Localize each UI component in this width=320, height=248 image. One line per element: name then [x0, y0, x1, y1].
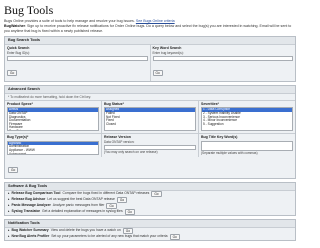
type-cell: Bug Type(s)* Agnostic Administration Appli… [5, 134, 102, 157]
keyword-input[interactable] [152, 55, 293, 61]
severity-label: Severities* [201, 101, 219, 106]
title-keyword-label: Bug Title Key Word(s) [201, 135, 238, 140]
bugwatcher-label: BugWatcher [4, 23, 26, 28]
advanced-search-panel: Advanced Search * To multiselect do more… [4, 84, 296, 179]
tool-name: Syslog Translator [11, 209, 40, 214]
tool-row: ▸ New Bug Alerts Profiler Set up your para… [5, 233, 295, 240]
severity-listbox[interactable]: 1 - Data Corruption 2 - System Inability … [201, 107, 293, 132]
notification-tools-list: ▸ Bug Watcher Summary View and delete the … [5, 227, 295, 240]
quick-search-go-button[interactable]: Go [7, 69, 18, 76]
listbox-option[interactable]: Closed [105, 122, 195, 127]
tool-go-button[interactable]: Go [124, 208, 135, 215]
tool-row: ▸ Syslog Translator Get a detailed explana… [5, 208, 295, 215]
listbox-option[interactable]: SnapDrive [8, 129, 98, 130]
tool-description: Get a detailed explanation of messages i… [41, 209, 123, 214]
type-listbox[interactable]: Agnostic Administration Appliance - WWW Aut… [7, 140, 99, 155]
release-hint: (You may only search on one release) [104, 149, 158, 154]
tool-go-button[interactable]: Go [116, 196, 128, 203]
quick-search-sub: Enter Bug ID(s): [7, 50, 30, 55]
tool-name: Bug Watcher Summary [11, 228, 49, 233]
listbox-option[interactable]: 5 - Suggestion [202, 122, 292, 127]
tool-go-button[interactable]: Go [151, 190, 162, 197]
tool-description: Let us suggest the best Data ONTAP relea… [47, 197, 115, 202]
status-label: Bug Status* [104, 101, 124, 106]
bullet-icon: ▸ [8, 234, 10, 239]
tool-go-button[interactable]: Go [106, 202, 117, 209]
notification-tools-title: Notification Tools [5, 219, 295, 228]
intro-line2: : Sign up to receive proactive fix relea… [4, 23, 292, 33]
bullet-icon: ▸ [8, 203, 10, 208]
quick-search-cell: Quick Search Enter Bug ID(s): Go [5, 45, 151, 81]
title-keyword-cell: Bug Title Key Word(s) (Separate multiple… [199, 134, 295, 157]
bug-search-panel: Bug Search Tools Quick Search Enter Bug … [4, 36, 296, 82]
keyword-search-go-button[interactable]: Go [152, 69, 163, 76]
bug-search-title: Bug Search Tools [5, 37, 295, 46]
notification-tools-panel: Notification Tools ▸ Bug Watcher Summary V… [4, 218, 296, 241]
tool-go-button[interactable]: Go [169, 233, 180, 240]
title-keyword-hint: (Separate multiple values with commas) [201, 150, 258, 155]
product-listbox[interactable]: Airbus Data ONTAP Diagnostics Documentation… [7, 107, 99, 132]
release-sub: Data ONTAP version: [104, 139, 135, 144]
tool-description: View and delete the bugs you have a watc… [50, 228, 121, 233]
tool-name: Panic Message Analyzer [11, 203, 51, 208]
bullet-icon: ▸ [8, 191, 10, 196]
status-cell: Bug Status* Assigned Failed Not Fixed Fixed… [102, 100, 199, 134]
bullet-icon: ▸ [8, 197, 10, 202]
status-listbox[interactable]: Assigned Failed Not Fixed Fixed Closed [104, 107, 196, 132]
title-keyword-input[interactable] [201, 140, 293, 151]
tool-description: Compare the bugs fixed in different Data… [62, 191, 150, 196]
bug-id-input[interactable] [7, 55, 148, 61]
tool-name: New Bug Alerts Profiler [11, 234, 50, 239]
bullet-icon: ▸ [8, 228, 10, 233]
page: Bug Tools Bugs Online provides a suite o… [0, 0, 300, 248]
software-tools-list: ▸ Release Bug Comparison Tool Compare the … [5, 190, 295, 215]
advanced-search-title: Advanced Search [5, 85, 295, 94]
criteria-link[interactable]: See Bugs Online criteria [136, 19, 175, 23]
page-title: Bug Tools [4, 3, 54, 17]
product-label: Product Specs* [7, 101, 33, 106]
bullet-icon: ▸ [8, 209, 10, 214]
intro-text: Bugs Online provides a suite of tools to… [4, 19, 296, 33]
intro-line1: Bugs Online provides a suite of tools to… [4, 19, 135, 23]
release-cell: Release Version Data ONTAP version: (You… [102, 134, 199, 157]
product-cell: Product Specs* Airbus Data ONTAP Diagnosti… [5, 100, 102, 134]
software-tools-panel: Software & Bug Tools ▸ Release Bug Compar… [4, 181, 296, 216]
tool-name: Release Bug Comparison Tool [11, 191, 61, 196]
type-label: Bug Type(s)* [7, 135, 29, 140]
tool-go-button[interactable]: Go [122, 227, 134, 234]
tool-name: Release Bug Advisor [11, 197, 46, 202]
tool-description: Analyze panic messages from filer [52, 203, 105, 208]
tool-description: Set up your parameters to be alerted of … [51, 234, 168, 239]
keyword-search-sub: Enter bug keyword(s): [152, 50, 184, 55]
listbox-option[interactable]: Autosupport [8, 152, 98, 154]
software-tools-title: Software & Bug Tools [5, 182, 295, 191]
severity-cell: Severities* 1 - Data Corruption 2 - Syste… [199, 101, 295, 134]
keyword-search-cell: Key Word Search Enter bug keyword(s): Go [151, 45, 296, 81]
advanced-search-go-button[interactable]: Go [8, 166, 19, 173]
